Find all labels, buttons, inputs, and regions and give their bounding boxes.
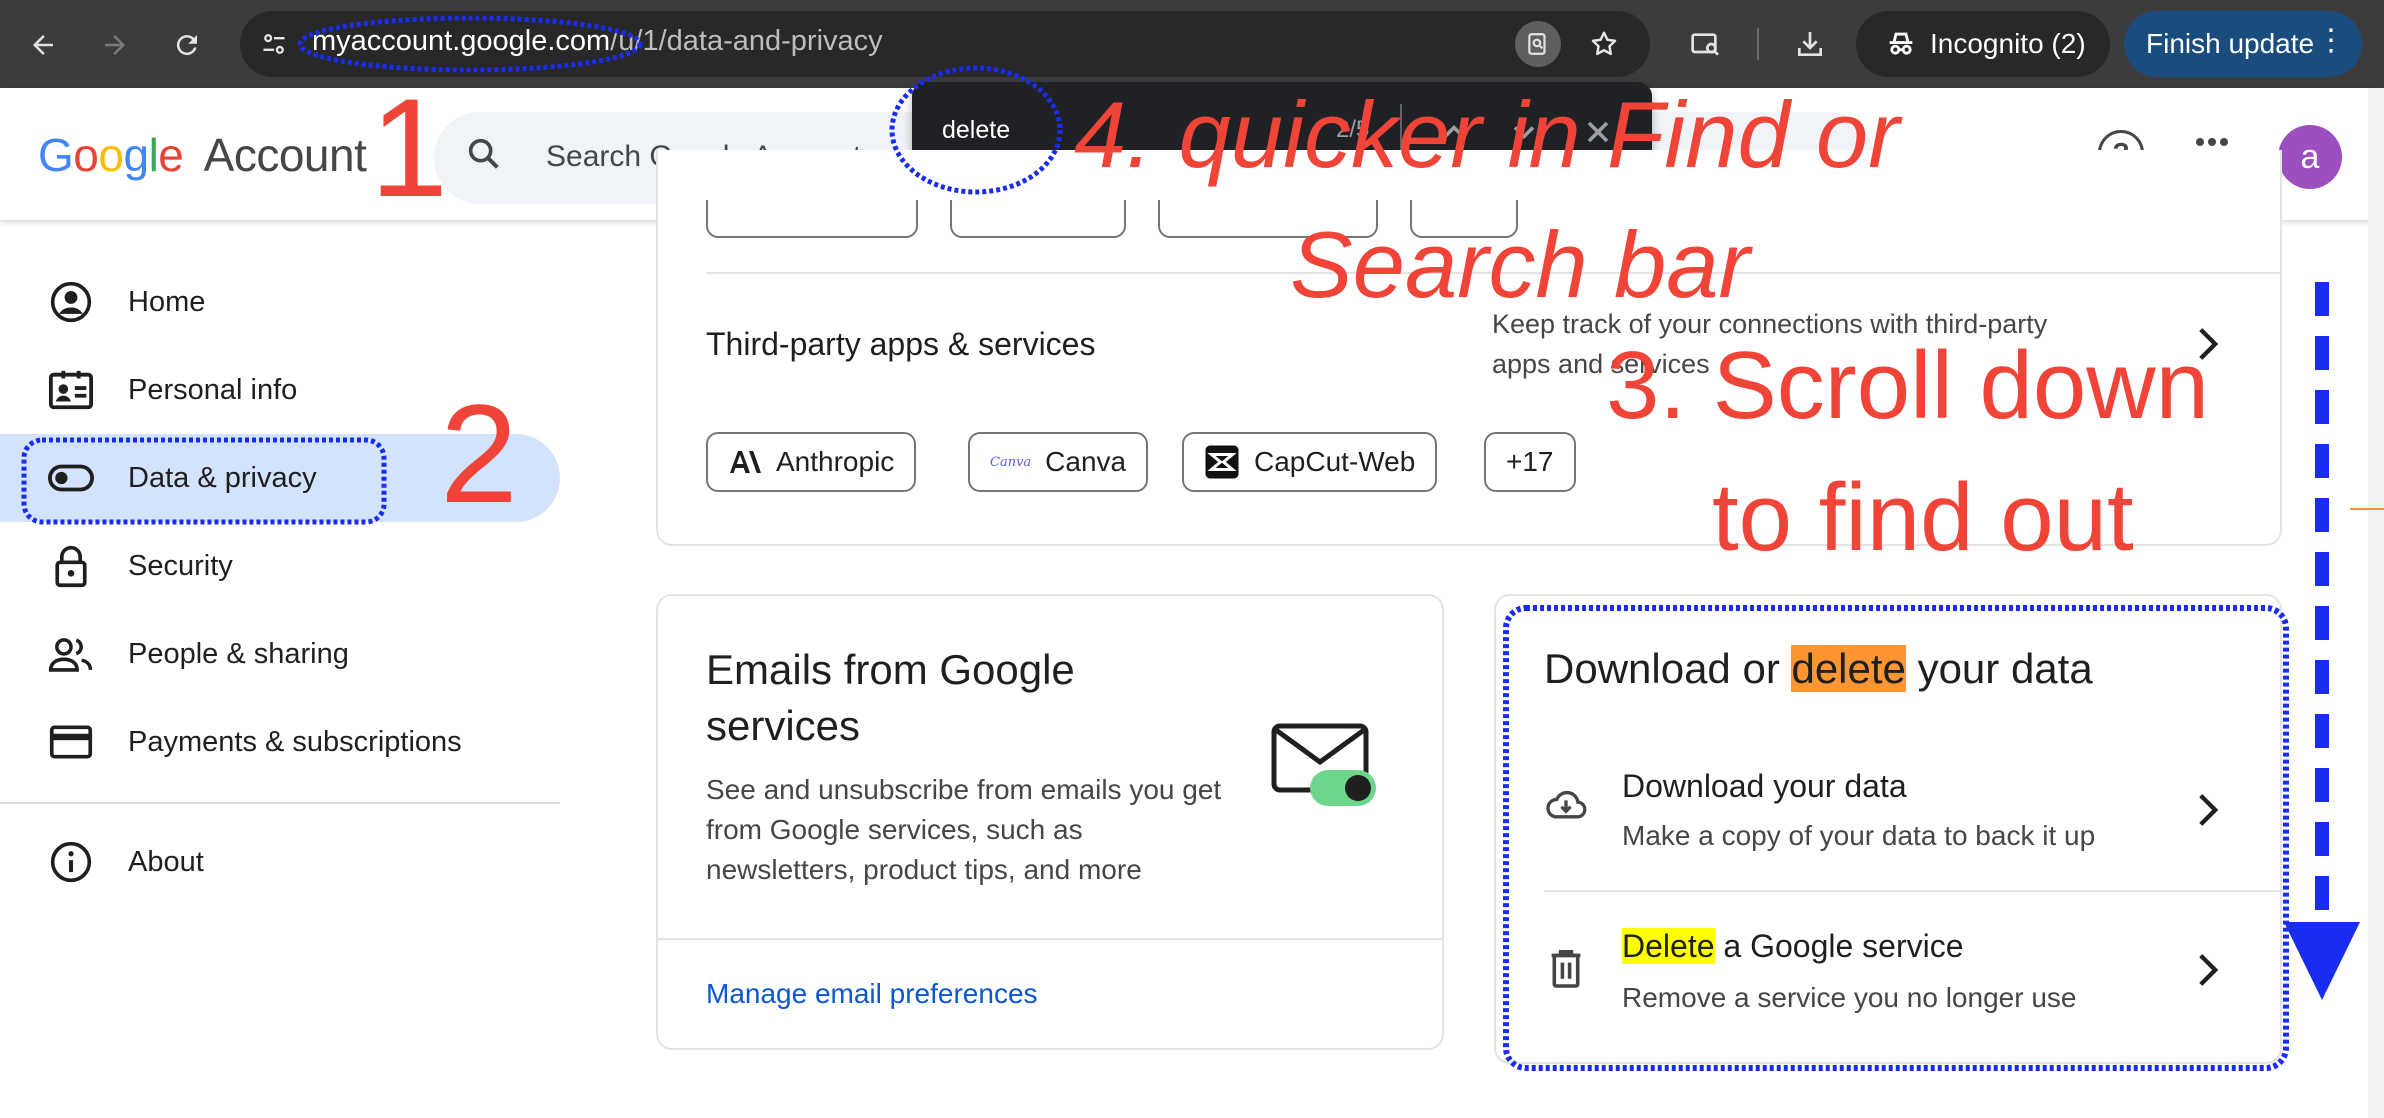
annotation-circle-url bbox=[297, 15, 643, 73]
annotation-step-3-line2: to find out bbox=[1712, 464, 2134, 571]
annotation-step-3-line1: 3. Scroll down bbox=[1606, 332, 2209, 439]
annotation-step-4-line1: 4. quicker in Find or bbox=[1074, 82, 1900, 187]
annotation-box-data-privacy bbox=[21, 437, 387, 525]
annotation-step-4-line2: Search bar bbox=[1290, 212, 1750, 317]
annotation-scroll-arrowhead bbox=[2284, 922, 2360, 1000]
annotation-circle-find bbox=[889, 65, 1063, 195]
annotation-step-1: 1 bbox=[370, 69, 448, 226]
annotation-step-2: 2 bbox=[440, 375, 518, 532]
annotation-box-download-card bbox=[1503, 605, 2289, 1071]
